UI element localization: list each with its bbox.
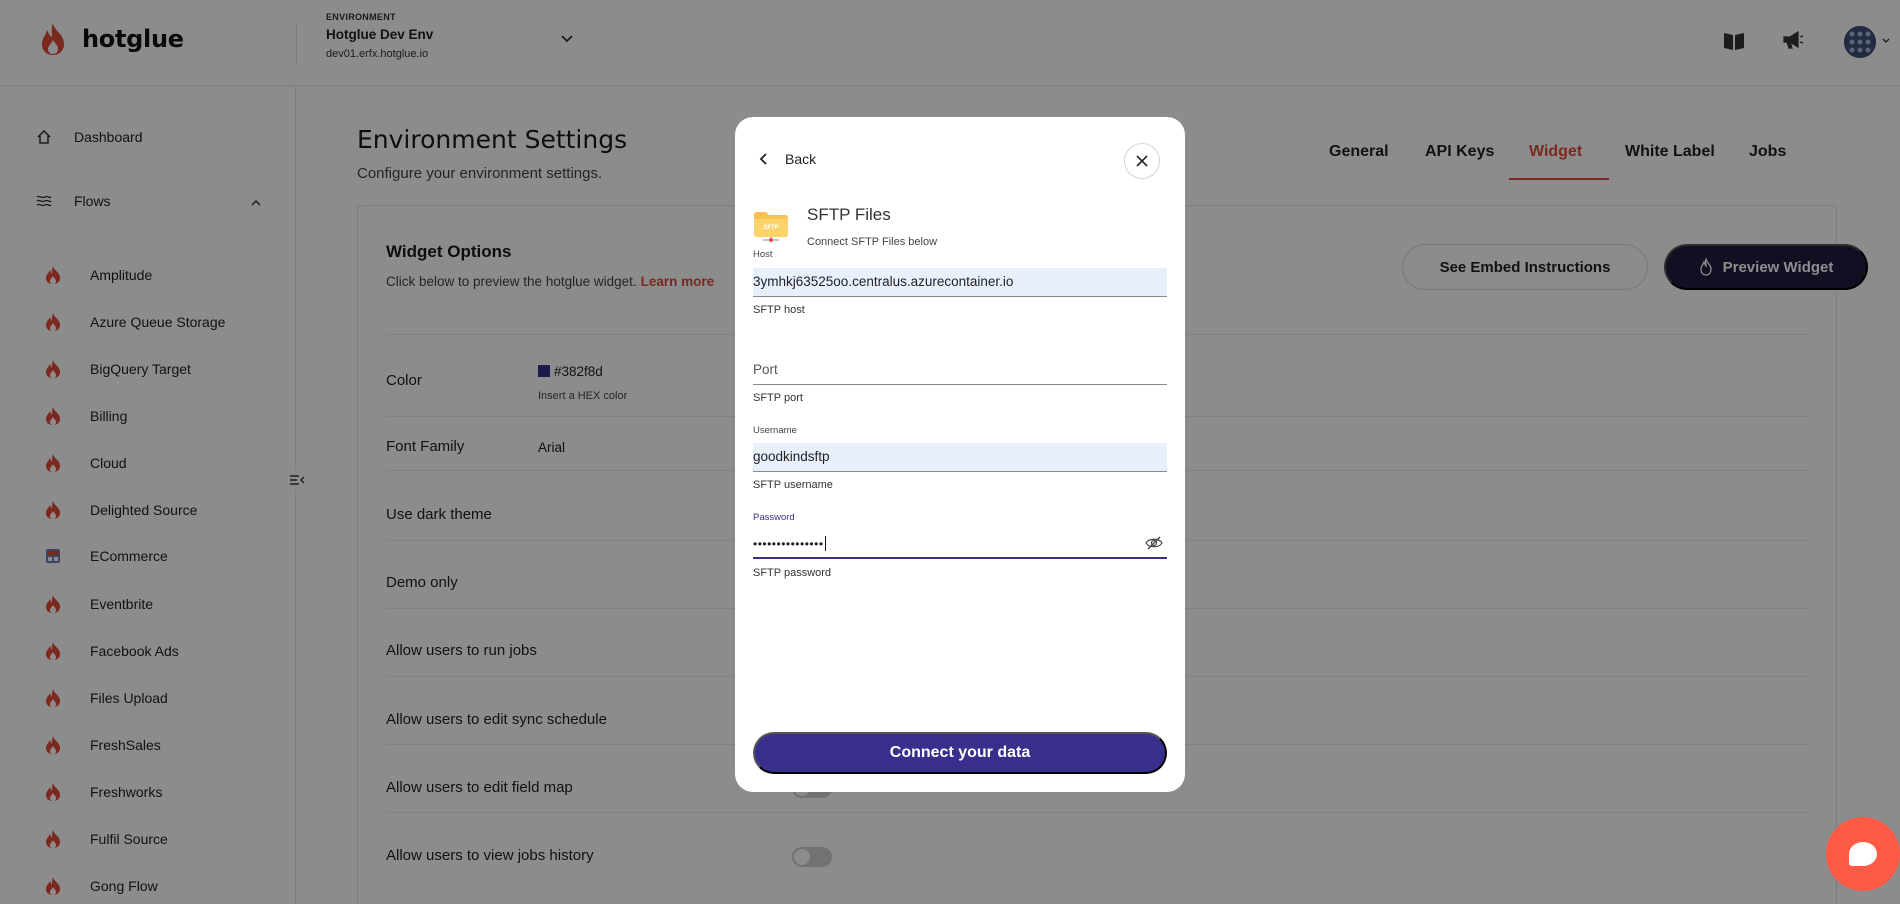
sftp-icon-text: SFTP	[763, 225, 778, 231]
password-help: SFTP password	[753, 567, 832, 579]
chevron-left-icon	[759, 153, 767, 165]
password-value: •••••••••••••••	[753, 537, 824, 551]
port-input[interactable]: Port	[753, 356, 1167, 385]
close-button[interactable]	[1124, 143, 1160, 179]
back-button[interactable]: Back	[759, 151, 816, 167]
close-icon	[1136, 155, 1148, 167]
username-help: SFTP username	[753, 479, 833, 491]
chat-icon	[1849, 842, 1877, 866]
connect-your-data-button[interactable]: Connect your data	[753, 732, 1167, 774]
connector-name: SFTP Files	[807, 205, 891, 224]
back-label: Back	[785, 151, 817, 167]
host-label: Host	[753, 249, 773, 260]
chat-launcher-button[interactable]	[1826, 817, 1900, 891]
host-help: SFTP host	[753, 304, 805, 316]
text-caret	[824, 536, 826, 551]
connect-modal: Back SFTP SFTP Files Connect SFTP Files …	[735, 117, 1185, 792]
username-label: Username	[753, 425, 797, 436]
username-input[interactable]: goodkindsftp	[753, 443, 1167, 472]
eye-slash-icon[interactable]	[1145, 536, 1163, 550]
sftp-folder-icon: SFTP	[754, 212, 788, 242]
port-help: SFTP port	[753, 392, 803, 404]
host-input[interactable]: 3ymhkj63525oo.centralus.azurecontainer.i…	[753, 268, 1167, 297]
connector-subtitle: Connect SFTP Files below	[807, 236, 938, 248]
password-input[interactable]: •••••••••••••••	[753, 530, 1167, 559]
password-label: Password	[753, 512, 795, 523]
